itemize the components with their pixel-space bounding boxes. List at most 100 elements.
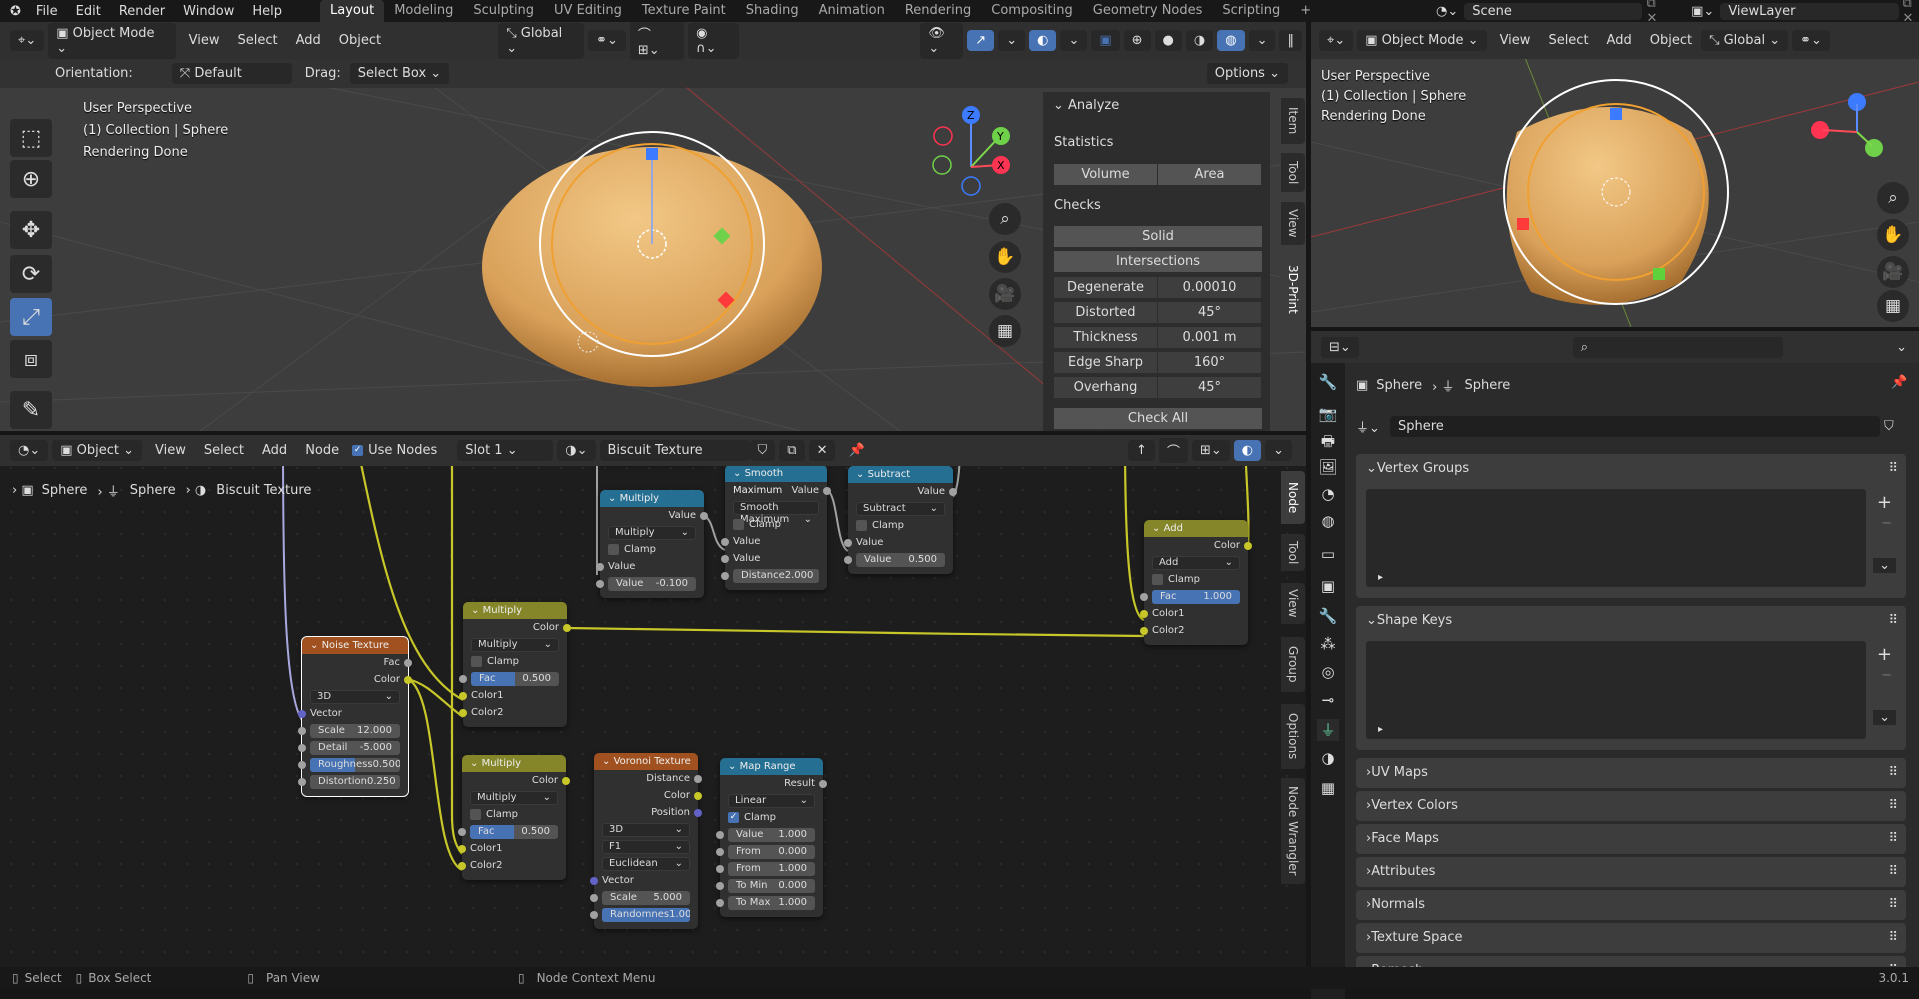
drag-handle-icon[interactable]: ⠿: [1888, 923, 1898, 953]
node-header[interactable]: ⌄ Multiply: [600, 490, 704, 507]
node-dropdown[interactable]: Linear: [728, 793, 815, 808]
menu-edit[interactable]: Edit: [67, 4, 110, 19]
proportional-edit-toggle[interactable]: ◉ ∩⌄: [688, 22, 740, 59]
socket-value[interactable]: [721, 538, 729, 546]
node-sub[interactable]: ⌄ Subtract Value Subtract Clamp Value Value 0.…: [844, 466, 957, 574]
overlay-dropdown[interactable]: ⌄: [1060, 30, 1088, 51]
overlay-toggle[interactable]: ◐: [1029, 30, 1057, 51]
collection-icon[interactable]: ▭: [1317, 543, 1339, 565]
texture-icon[interactable]: ▦: [1317, 777, 1339, 799]
menu-object[interactable]: Object: [330, 33, 390, 48]
node-dropdown[interactable]: F1: [602, 839, 690, 854]
mode-select[interactable]: ▣ Object Mode ⌄: [48, 22, 176, 59]
check-value-field[interactable]: 0.00010: [1158, 277, 1261, 298]
panel-header[interactable]: › Texture Space ⠿: [1356, 923, 1906, 953]
menu-select[interactable]: Select: [195, 443, 253, 458]
pan-hand-icon[interactable]: ✋: [989, 241, 1021, 273]
workspace-tab[interactable]: Compositing: [981, 0, 1083, 22]
perspective-grid-icon[interactable]: ▦: [1877, 290, 1909, 322]
drag-handle-icon[interactable]: ⠿: [1888, 454, 1898, 484]
shader-type-select[interactable]: ▣ Object ⌄: [52, 440, 143, 461]
drag-handle-icon[interactable]: ⠿: [1888, 857, 1898, 887]
gizmo-toggle[interactable]: ↗: [967, 30, 995, 51]
socket-value[interactable]: [298, 744, 306, 752]
node-header[interactable]: ⌄ Multiply: [462, 755, 566, 772]
workspace-tab[interactable]: Texture Paint: [632, 0, 736, 22]
render-icon[interactable]: 📷: [1317, 403, 1339, 425]
menu-help[interactable]: Help: [243, 4, 291, 19]
overlay-dropdown[interactable]: ⌄: [1265, 440, 1292, 461]
view-layer-icon[interactable]: 🖼: [1317, 456, 1339, 478]
remove-icon[interactable]: −: [1881, 668, 1892, 683]
socket-value[interactable]: [844, 556, 852, 564]
object-icon[interactable]: ▣: [1317, 575, 1339, 597]
move-icon[interactable]: ✥: [10, 211, 52, 249]
pan-hand-icon[interactable]: ✋: [1877, 219, 1909, 251]
mesh-data-icon[interactable]: ⏚: [1317, 719, 1339, 741]
sidebar-tab-item[interactable]: Item: [1281, 98, 1305, 144]
material-name-field[interactable]: Biscuit Texture: [599, 440, 750, 461]
use-nodes-checkbox[interactable]: ✓ Use Nodes: [352, 443, 437, 458]
workspace-tab[interactable]: Layout: [320, 0, 385, 22]
socket-color[interactable]: [563, 624, 571, 632]
pin-icon[interactable]: 📌: [1891, 375, 1907, 390]
pin-icon[interactable]: 📌: [839, 443, 873, 458]
sidebar-tab-view[interactable]: View: [1281, 202, 1305, 245]
add-icon[interactable]: +: [1877, 492, 1892, 513]
shader-node-editor[interactable]: Value -5.000 ⌄ Multiply Value Multiply Clamp V…: [0, 435, 1306, 967]
socket-value[interactable]: [949, 488, 957, 496]
drag-handle-icon[interactable]: ⠿: [1888, 606, 1898, 636]
constraints-icon[interactable]: ⊸: [1317, 689, 1339, 711]
slot-select[interactable]: Slot 1 ⌄: [457, 440, 554, 461]
socket-value[interactable]: [298, 727, 306, 735]
socket-value[interactable]: [459, 675, 467, 683]
transform-orientation-select[interactable]: ⤡ Global ⌄: [498, 22, 585, 59]
check-value-field[interactable]: 45°: [1158, 302, 1261, 323]
panel-header[interactable]: › Vertex Colors ⠿: [1356, 791, 1906, 821]
menu-add[interactable]: Add: [253, 443, 296, 458]
menu-window[interactable]: Window: [174, 4, 243, 19]
workspace-tab[interactable]: Sculpting: [463, 0, 544, 22]
sidebar-tab-node-wrangler[interactable]: Node Wrangler: [1281, 778, 1305, 884]
node-header[interactable]: ⌄ Noise Texture: [302, 637, 408, 654]
socket-value[interactable]: [716, 899, 724, 907]
shading-dropdown[interactable]: ⌄: [1248, 30, 1276, 51]
node-mul_top[interactable]: ⌄ Multiply Value Multiply Clamp Value Value -0…: [596, 490, 708, 598]
zoom-icon[interactable]: ⌕: [989, 203, 1021, 235]
node-mul1[interactable]: ⌄ Multiply Color Multiply Clamp Fac 0.500 Colo…: [459, 602, 571, 727]
editor-type-button[interactable]: ⌖⌄: [10, 30, 45, 51]
collapse-chevron-icon[interactable]: ⌄: [733, 468, 745, 479]
list-box[interactable]: ▸: [1366, 641, 1866, 739]
node-value-field[interactable]: Value 0.500: [856, 552, 945, 567]
menu-select[interactable]: Select: [229, 33, 287, 48]
mode-select[interactable]: ▣ Object Mode ⌄: [1357, 30, 1487, 51]
socket-vector[interactable]: [298, 710, 306, 718]
socket-color[interactable]: [1244, 542, 1252, 550]
sidebar-tab-options[interactable]: Options: [1281, 704, 1305, 769]
node-dropdown[interactable]: 3D: [602, 822, 690, 837]
menu-file[interactable]: File: [27, 4, 67, 19]
socket-value[interactable]: [716, 865, 724, 873]
sidebar-tab-3d-print[interactable]: 3D-Print: [1281, 257, 1305, 321]
camera-icon[interactable]: 🎥: [989, 278, 1021, 310]
orientation-select[interactable]: ⤡ Global ⌄: [1701, 30, 1789, 51]
node-voronoi[interactable]: ⌄ Voronoi Texture Distance Color Position 3D…: [590, 753, 702, 929]
scene-icon[interactable]: ◔⌄: [1430, 4, 1464, 19]
sidebar-tab-view[interactable]: View: [1281, 583, 1305, 624]
volume-button[interactable]: Volume: [1054, 164, 1157, 185]
node-header[interactable]: ⌄ Add: [1144, 520, 1248, 537]
node-value-field[interactable]: Value 1.000: [728, 827, 815, 842]
check-value-field[interactable]: 0.001 m: [1158, 327, 1261, 348]
node-value-field[interactable]: From Max 1.000: [728, 861, 815, 876]
blender-logo-icon[interactable]: ✪: [0, 4, 27, 19]
socket-color[interactable]: [459, 709, 467, 717]
workspace-tab[interactable]: UV Editing: [544, 0, 632, 22]
expand-icon[interactable]: ▸: [1378, 724, 1383, 735]
node-dropdown[interactable]: 3D: [310, 689, 400, 704]
drag-handle-icon[interactable]: ⠿: [1888, 824, 1898, 854]
menu-object[interactable]: Object: [1641, 33, 1701, 48]
node-value-field[interactable]: Scale 5.000: [602, 890, 690, 905]
workspace-tab[interactable]: Rendering: [895, 0, 981, 22]
list-box[interactable]: ▸: [1366, 489, 1866, 587]
specials-menu-icon[interactable]: ⌄: [1873, 558, 1896, 573]
